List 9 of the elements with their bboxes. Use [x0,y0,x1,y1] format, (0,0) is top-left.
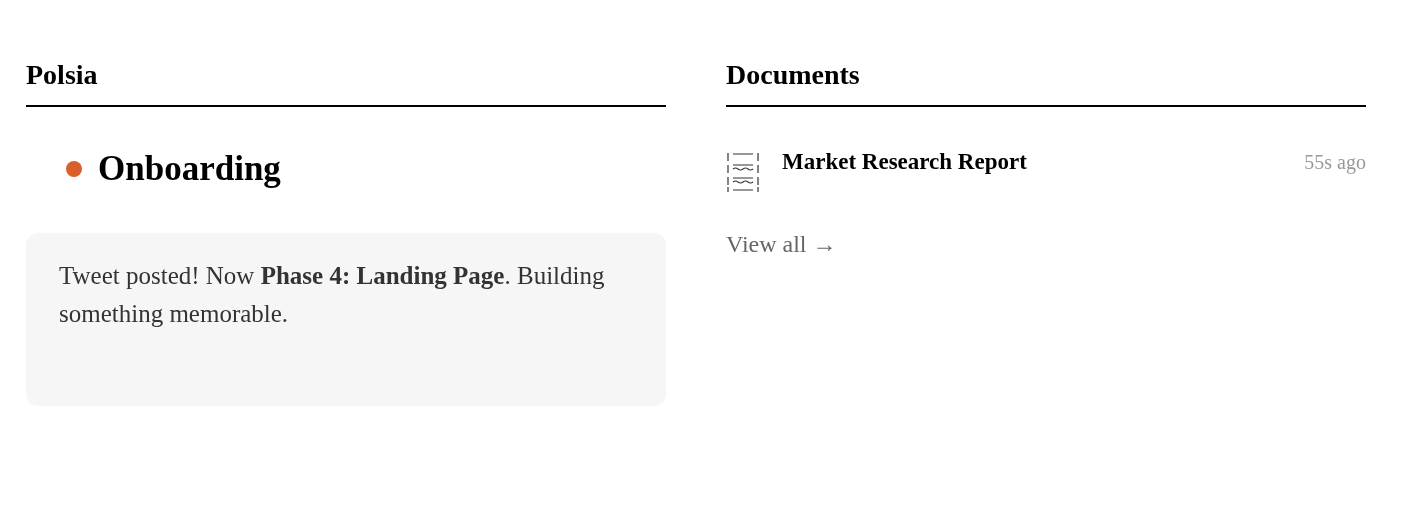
section-title: Polsia [26,58,98,92]
document-icon [726,150,760,193]
message-text: Tweet posted! Now Phase 4: Landing Page. Building something memorable. [59,260,606,330]
section-title: Documents [726,58,860,92]
status-label: Onboarding [98,148,281,189]
status-dot [66,160,82,177]
view-all-link[interactable]: View all → [726,230,837,258]
document-time: 55s ago [1304,150,1366,174]
document-title[interactable]: Market Research Report [782,148,1027,175]
